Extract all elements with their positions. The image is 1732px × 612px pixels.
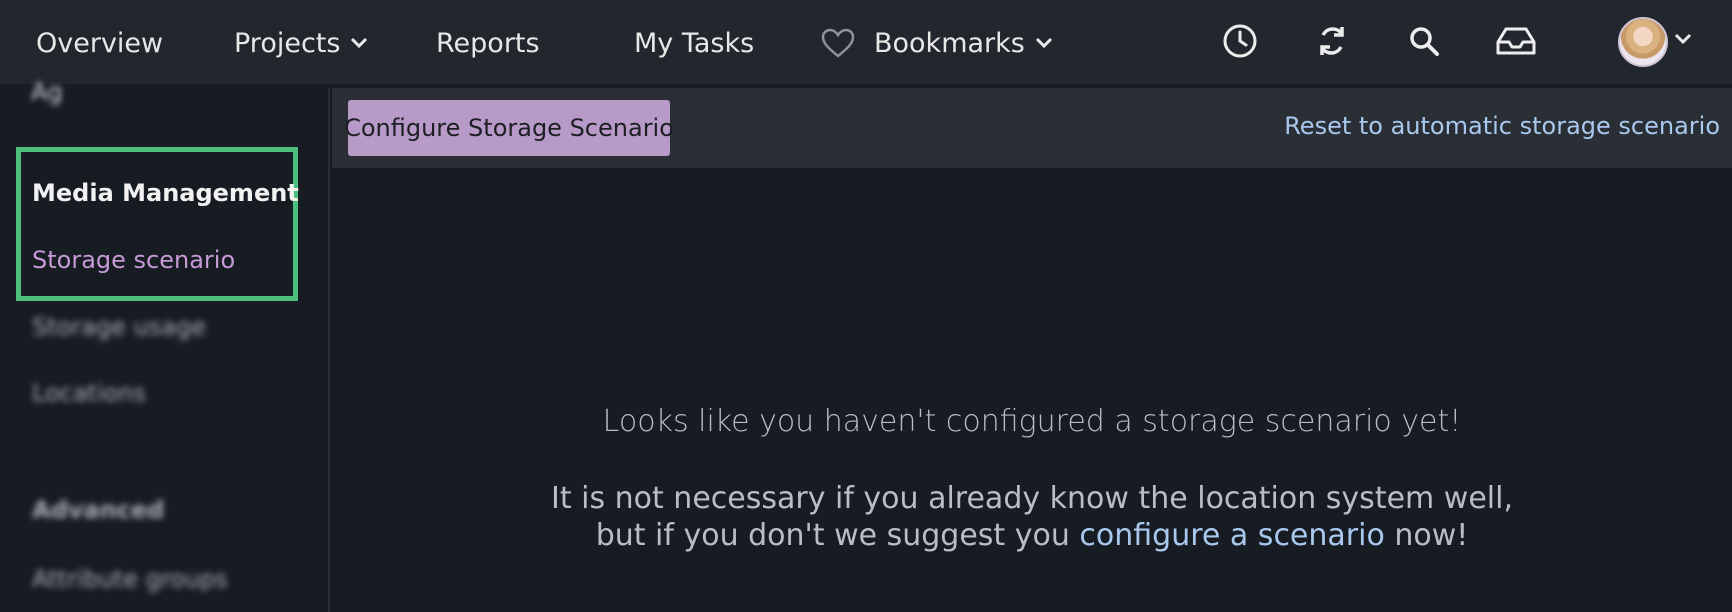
heart-icon [820, 27, 856, 59]
nav-overview[interactable]: Overview [36, 0, 163, 86]
nav-my-tasks-label: My Tasks [634, 27, 755, 59]
configure-storage-scenario-button[interactable]: Configure Storage Scenario [344, 100, 674, 156]
sidebar: Ag Media Management Storage scenario Sto… [0, 78, 330, 612]
nav-overview-label: Overview [36, 27, 164, 59]
empty-state-body: It is not necessary if you already know … [332, 480, 1732, 554]
configure-scenario-link[interactable]: configure a scenario [1079, 518, 1384, 553]
sidebar-item-storage-usage[interactable]: Storage usage [32, 313, 206, 341]
nav-my-tasks[interactable]: My Tasks [634, 0, 754, 86]
clock-icon [1222, 23, 1258, 63]
sidebar-item-locations[interactable]: Locations [32, 379, 146, 407]
history-button[interactable] [1215, 18, 1265, 68]
empty-state-title: Looks like you haven't configured a stor… [602, 404, 1462, 439]
sidebar-item-storage-scenario[interactable]: Storage scenario [32, 246, 235, 274]
chevron-down-icon[interactable] [1674, 30, 1692, 49]
empty-state-line-2-after: now! [1394, 518, 1469, 553]
empty-state-line-1: It is not necessary if you already know … [550, 481, 1513, 516]
sidebar-section-media-management: Media Management [32, 179, 299, 207]
search-button[interactable] [1399, 18, 1449, 68]
nav-reports[interactable]: Reports [436, 0, 540, 86]
avatar[interactable] [1618, 17, 1668, 67]
chevron-down-icon [1035, 37, 1053, 49]
inbox-icon [1495, 26, 1537, 60]
content-toolbar: Configure Storage Scenario Reset to auto… [332, 88, 1732, 168]
nav-bookmarks[interactable]: Bookmarks [820, 0, 1053, 86]
empty-state-line-2-before: but if you don't we suggest you [595, 518, 1070, 553]
nav-bookmarks-label: Bookmarks [874, 27, 1025, 59]
top-navigation-bar: Overview Projects Reports My Tasks Bookm… [0, 0, 1732, 86]
nav-projects-label: Projects [234, 27, 341, 59]
sidebar-section-advanced: Advanced [32, 496, 165, 524]
nav-reports-label: Reports [436, 27, 540, 59]
sync-icon [1315, 23, 1349, 63]
sidebar-item-attribute-groups[interactable]: Attribute groups [32, 565, 228, 593]
highlight-box [16, 147, 298, 301]
search-icon [1408, 25, 1440, 61]
sync-button[interactable] [1307, 18, 1357, 68]
inbox-button[interactable] [1491, 18, 1541, 68]
empty-state: Looks like you haven't configured a stor… [332, 168, 1732, 612]
sidebar-item-partial[interactable]: Ag [31, 78, 63, 106]
empty-state-line-2: but if you don't we suggest you configur… [332, 517, 1732, 554]
chevron-down-icon [350, 37, 368, 49]
nav-projects[interactable]: Projects [234, 0, 368, 86]
reset-storage-scenario-link[interactable]: Reset to automatic storage scenario [1284, 112, 1720, 140]
